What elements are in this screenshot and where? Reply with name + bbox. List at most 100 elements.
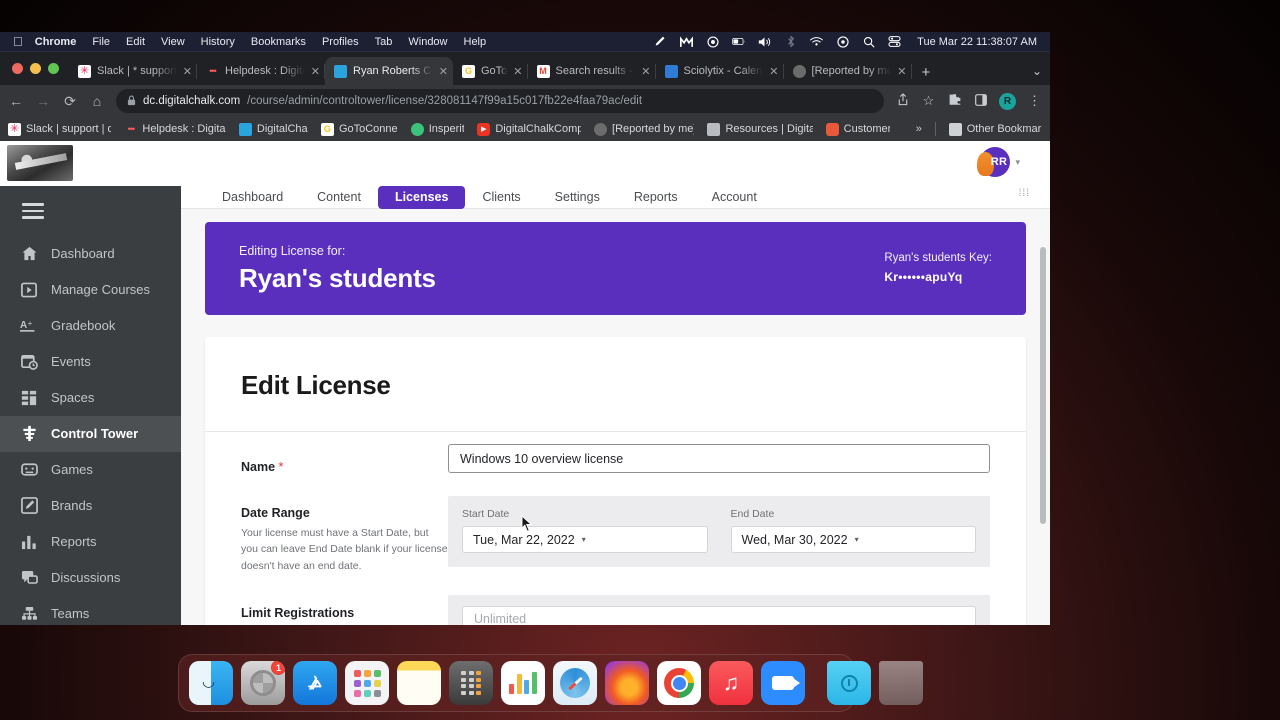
extensions-icon[interactable]: [947, 93, 962, 109]
tab-account[interactable]: Account: [695, 186, 774, 209]
end-date-select[interactable]: Wed, Mar 30, 2022 ▾: [730, 526, 976, 553]
tab-settings[interactable]: Settings: [538, 186, 617, 209]
menu-clock[interactable]: Tue Mar 22 11:38:07 AM: [917, 36, 1037, 48]
battery-icon[interactable]: [732, 35, 745, 48]
sidebar-item-spaces[interactable]: Spaces: [0, 380, 181, 416]
reload-button[interactable]: ⟳: [62, 93, 78, 110]
tab-licenses[interactable]: Licenses: [377, 186, 466, 209]
sidebar-item-gradebook[interactable]: A + Gradebook: [0, 308, 181, 344]
home-button[interactable]: ⌂: [89, 93, 105, 109]
browser-tab[interactable]: Slack | * support | ✕: [69, 57, 197, 85]
pencil-icon[interactable]: [654, 35, 667, 48]
dock-app-notes[interactable]: [397, 661, 441, 705]
bookmark-star-icon[interactable]: ☆: [921, 93, 936, 109]
browser-tab[interactable]: G GoTo ✕: [453, 57, 528, 85]
avatar[interactable]: RR: [977, 147, 1011, 177]
browser-tab[interactable]: [Reported by me] ✕: [784, 57, 912, 85]
back-button[interactable]: ←: [8, 93, 24, 109]
tab-clients[interactable]: Clients: [465, 186, 537, 209]
bookmark-item[interactable]: G GoToConnect: [320, 122, 398, 136]
dock-app-zoom[interactable]: [761, 661, 805, 705]
menu-item-help[interactable]: Help: [464, 36, 487, 48]
license-key-value[interactable]: Kr••••••apuYq: [884, 270, 992, 284]
name-input[interactable]: Windows 10 overview license: [448, 444, 990, 473]
dock-downloads-folder[interactable]: [827, 661, 871, 705]
dock-trash[interactable]: [879, 661, 923, 705]
sidebar-item-discussions[interactable]: Discussions: [0, 560, 181, 596]
sidebar-item-teams[interactable]: Teams: [0, 596, 181, 626]
menu-item-file[interactable]: File: [92, 36, 110, 48]
menu-item-window[interactable]: Window: [408, 36, 447, 48]
menu-item-edit[interactable]: Edit: [126, 36, 145, 48]
sidebar-item-events[interactable]: Events: [0, 344, 181, 380]
sidebar-item-dashboard[interactable]: Dashboard: [0, 236, 181, 272]
volume-icon[interactable]: [758, 35, 771, 48]
wifi-icon[interactable]: [810, 35, 823, 48]
close-icon[interactable]: ✕: [641, 65, 650, 78]
bookmark-item[interactable]: DigitalChalk: [238, 122, 308, 136]
menu-item-chrome[interactable]: Chrome: [35, 36, 77, 48]
close-icon[interactable]: ✕: [513, 65, 522, 78]
bookmarks-overflow-button[interactable]: »: [916, 123, 922, 135]
close-icon[interactable]: ✕: [183, 65, 192, 78]
search-icon[interactable]: [862, 35, 875, 48]
sidepanel-icon[interactable]: [973, 93, 988, 109]
chevron-down-icon[interactable]: ⌄: [1032, 64, 1042, 78]
close-icon[interactable]: ✕: [769, 65, 778, 78]
menu-item-tab[interactable]: Tab: [375, 36, 393, 48]
dock-app-calculator[interactable]: [449, 661, 493, 705]
sidebar-toggle-button[interactable]: [0, 192, 181, 236]
sidebar-item-manage-courses[interactable]: Manage Courses: [0, 272, 181, 308]
dock-app-launchpad[interactable]: [345, 661, 389, 705]
forward-button[interactable]: →: [35, 93, 51, 109]
close-icon[interactable]: ✕: [897, 65, 906, 78]
bookmark-item[interactable]: ••• Helpdesk : Digital...: [124, 123, 226, 136]
control-center-icon[interactable]: [888, 35, 901, 48]
sidebar-item-games[interactable]: Games: [0, 452, 181, 488]
new-tab-button[interactable]: +: [912, 64, 941, 85]
close-icon[interactable]: ✕: [439, 65, 448, 78]
dock-app-music[interactable]: ♫: [709, 661, 753, 705]
dock-app-chrome[interactable]: [657, 661, 701, 705]
dock-app-finder[interactable]: [189, 661, 233, 705]
browser-tab[interactable]: M Search results - ry ✕: [528, 57, 656, 85]
share-icon[interactable]: [895, 93, 910, 109]
menu-item-profiles[interactable]: Profiles: [322, 36, 359, 48]
tab-reports[interactable]: Reports: [617, 186, 695, 209]
tab-dashboard[interactable]: Dashboard: [205, 186, 300, 209]
dock-app-numbers[interactable]: [501, 661, 545, 705]
sidebar-item-control-tower[interactable]: Control Tower: [0, 415, 181, 452]
bookmark-item[interactable]: [Reported by me]...: [594, 122, 694, 136]
maximize-window-button[interactable]: [48, 63, 59, 74]
dock-app-app-store[interactable]: [293, 661, 337, 705]
timer-icon[interactable]: [836, 35, 849, 48]
chevron-down-icon[interactable]: ▾: [1015, 157, 1020, 168]
browser-tab[interactable]: Sciolytix - Calenda ✕: [656, 57, 784, 85]
user-menu[interactable]: RR ▾: [977, 147, 1020, 177]
address-bar[interactable]: dc.digitalchalk.com/course/admin/control…: [116, 89, 884, 113]
bookmark-item[interactable]: Insperity: [410, 122, 464, 136]
sidebar-item-brands[interactable]: Brands: [0, 488, 181, 524]
brand-logo-image[interactable]: [7, 145, 73, 181]
close-window-button[interactable]: [12, 63, 23, 74]
bookmark-item[interactable]: ▶ DigitalChalkComp...: [477, 122, 581, 136]
other-bookmarks-folder[interactable]: Other Bookmarks: [948, 122, 1042, 136]
registration-limit-input[interactable]: Unlimited: [462, 605, 976, 625]
sidebar-item-reports[interactable]: Reports: [0, 524, 181, 560]
bookmark-item[interactable]: Resources | Digita...: [707, 122, 813, 136]
minimize-window-button[interactable]: [30, 63, 41, 74]
window-traffic-lights[interactable]: [8, 52, 69, 85]
dock-app-firefox[interactable]: [605, 661, 649, 705]
bookmark-item[interactable]: Customers: [825, 122, 890, 136]
browser-tab[interactable]: ••• Helpdesk : DigitalC ✕: [197, 57, 325, 85]
start-date-select[interactable]: Tue, Mar 22, 2022 ▾: [462, 526, 708, 553]
bluetooth-off-icon[interactable]: [784, 35, 797, 48]
tab-content[interactable]: Content: [300, 186, 378, 209]
close-icon[interactable]: ✕: [311, 65, 320, 78]
dock-app-safari[interactable]: [553, 661, 597, 705]
page-scroll-area[interactable]: Editing License for: Ryan's students Rya…: [181, 209, 1050, 625]
apple-menu-icon[interactable]: : [13, 35, 23, 48]
menu-item-history[interactable]: History: [201, 36, 235, 48]
menu-item-view[interactable]: View: [161, 36, 185, 48]
bookmark-item[interactable]: Slack | support | d...: [8, 122, 111, 136]
